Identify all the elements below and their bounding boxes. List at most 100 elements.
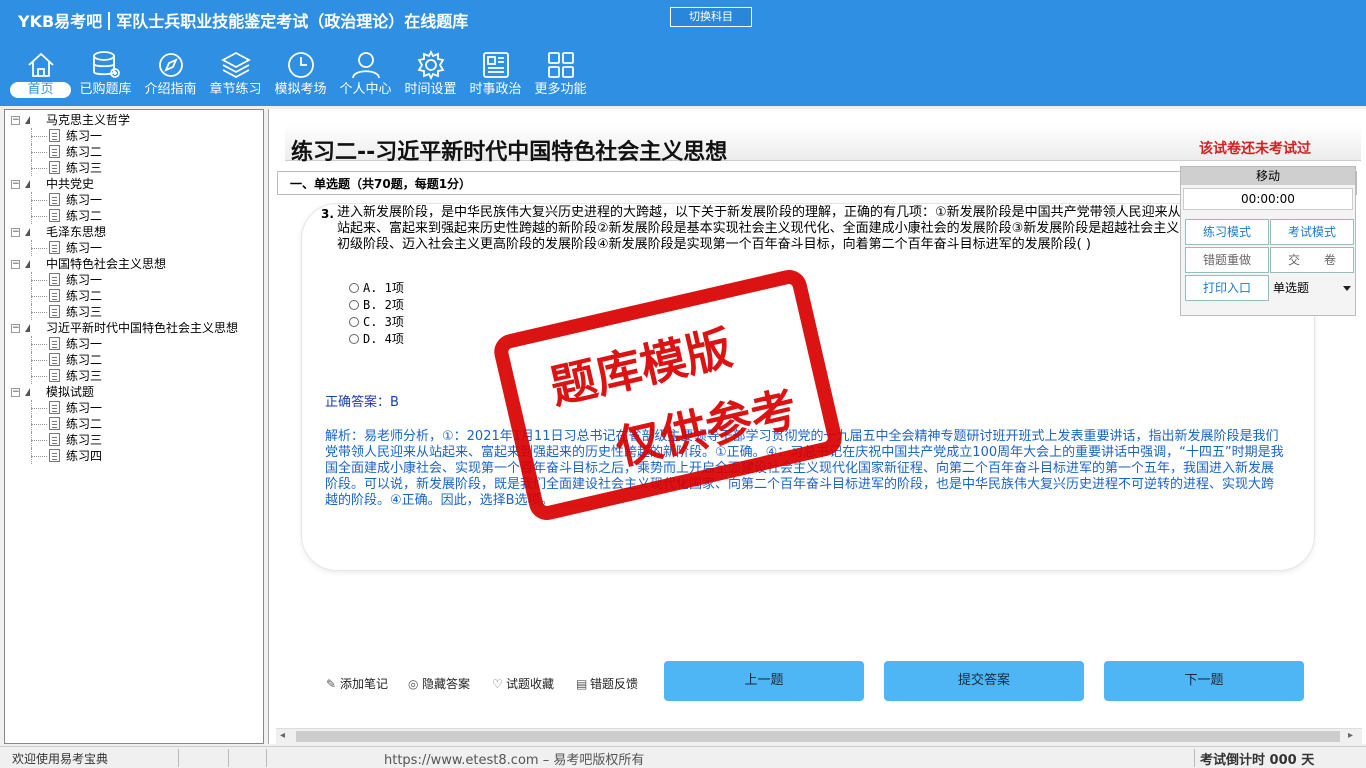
exam-status-text: 该试卷还未考试过 (1199, 141, 1311, 157)
tree-line (31, 296, 47, 297)
next-question-button[interactable]: 下一题 (1104, 661, 1304, 701)
tree-exercise[interactable]: 练习三 (5, 432, 261, 448)
tree-exercise[interactable]: 练习二 (5, 416, 261, 432)
nav-label: 时事政治 (469, 82, 522, 97)
option-b[interactable]: B. 2项 (349, 296, 404, 313)
document-icon (49, 145, 60, 158)
tree-exercise[interactable]: 练习一 (5, 128, 261, 144)
folder-icon (25, 228, 30, 236)
option-d[interactable]: D. 4项 (349, 330, 404, 347)
folder-icon (25, 388, 30, 396)
tree-line (31, 440, 47, 441)
logo: YKB易考吧 (18, 12, 103, 31)
radio-icon[interactable] (349, 283, 359, 293)
add-note-button[interactable]: ✎ 添加笔记 (326, 675, 388, 692)
tool-label: 试题收藏 (506, 677, 555, 691)
prev-question-button[interactable]: 上一题 (664, 661, 864, 701)
practice-mode-button[interactable]: 练习模式 (1185, 219, 1269, 245)
redo-wrong-button[interactable]: 错题重做 (1185, 247, 1269, 273)
collapse-icon[interactable]: − (11, 388, 20, 397)
nav-mock-exam[interactable]: 模拟考场 (268, 48, 333, 104)
hide-answer-button[interactable]: ◎ 隐藏答案 (408, 675, 470, 692)
option-a[interactable]: A. 1项 (349, 279, 404, 296)
tree-chapter[interactable]: − 毛泽东思想 (5, 224, 261, 240)
tree-exercise[interactable]: 练习一 (5, 400, 261, 416)
scroll-right-icon[interactable]: ▸ (1348, 730, 1353, 741)
tree-exercise-label: 练习一 (66, 193, 103, 207)
nav-chapter[interactable]: 章节练习 (203, 48, 268, 104)
tree-line (31, 376, 47, 377)
submit-answer-button[interactable]: 提交答案 (884, 661, 1084, 701)
hand-in-button[interactable]: 交 卷 (1270, 247, 1354, 273)
tree-exercise[interactable]: 练习二 (5, 288, 261, 304)
news-icon (463, 48, 528, 82)
tree-exercise-label: 练习二 (66, 289, 103, 303)
nav-time-settings[interactable]: 时间设置 (398, 48, 463, 104)
tree-exercise[interactable]: 练习一 (5, 240, 261, 256)
nav-purchased[interactable]: 已购题库 (73, 48, 138, 104)
heart-icon: ♡ (492, 677, 503, 691)
nav-guide[interactable]: 介绍指南 (138, 48, 203, 104)
folder-icon (25, 324, 30, 332)
report-error-button[interactable]: ▤ 错题反馈 (576, 675, 638, 692)
scroll-thumb[interactable] (296, 731, 1340, 742)
tree-exercise[interactable]: 练习二 (5, 144, 261, 160)
status-divider (178, 749, 179, 767)
collapse-icon[interactable]: − (11, 324, 20, 333)
compass-icon (138, 48, 203, 82)
document-icon (49, 209, 60, 222)
scroll-left-icon[interactable]: ◂ (280, 730, 285, 741)
tree-exercise-label: 练习二 (66, 145, 103, 159)
nav-label: 时间设置 (404, 82, 457, 97)
tree-exercise[interactable]: 练习一 (5, 272, 261, 288)
tree-exercise[interactable]: 练习二 (5, 208, 261, 224)
radio-icon[interactable] (349, 317, 359, 327)
tree-line (31, 344, 47, 345)
tree-exercise-label: 练习一 (66, 273, 103, 287)
tree-line (31, 456, 47, 457)
tree-exercise[interactable]: 练习三 (5, 304, 261, 320)
tree-line (31, 152, 47, 153)
nav-more[interactable]: 更多功能 (528, 48, 593, 104)
favorite-button[interactable]: ♡ 试题收藏 (492, 675, 554, 692)
tree-chapter[interactable]: − 马克思主义哲学 (5, 112, 261, 128)
radio-icon[interactable] (349, 334, 359, 344)
tree-exercise[interactable]: 练习三 (5, 160, 261, 176)
nav-label: 章节练习 (209, 82, 262, 97)
tree-exercise[interactable]: 练习四 (5, 448, 261, 464)
document-icon (49, 129, 60, 142)
print-button[interactable]: 打印入口 (1185, 275, 1269, 301)
collapse-icon[interactable]: − (11, 228, 20, 237)
folder-icon (25, 180, 30, 188)
status-url: https://www.etest8.com – 易考吧版权所有 (384, 753, 645, 768)
tree-chapter-label: 模拟试题 (46, 385, 95, 399)
tree-chapter[interactable]: − 习近平新时代中国特色社会主义思想 (5, 320, 261, 336)
tree-chapter[interactable]: − 中国特色社会主义思想 (5, 256, 261, 272)
question-type-select[interactable]: 单选题 (1271, 275, 1355, 301)
nav-current-affairs[interactable]: 时事政治 (463, 48, 528, 104)
collapse-icon[interactable]: − (11, 260, 20, 269)
tree-chapter[interactable]: − 中共党史 (5, 176, 261, 192)
tree-exercise[interactable]: 练习一 (5, 336, 261, 352)
radio-icon[interactable] (349, 300, 359, 310)
exam-mode-button[interactable]: 考试模式 (1270, 219, 1354, 245)
tree-exercise[interactable]: 练习三 (5, 368, 261, 384)
nav-profile[interactable]: 个人中心 (333, 48, 398, 104)
switch-subject-button[interactable]: 切换科目 (670, 7, 752, 27)
panel-drag-handle[interactable]: 移动 (1181, 167, 1355, 185)
collapse-icon[interactable]: − (11, 116, 20, 125)
feedback-icon: ▤ (576, 677, 588, 691)
user-icon (333, 48, 398, 82)
collapse-icon[interactable]: − (11, 180, 20, 189)
tree-chapter[interactable]: − 模拟试题 (5, 384, 261, 400)
status-bar: 欢迎使用易考宝典 https://www.etest8.com – 易考吧版权所… (0, 746, 1366, 768)
tree-exercise[interactable]: 练习一 (5, 192, 261, 208)
timer-display: 00:00:00 (1183, 188, 1353, 210)
tree-exercise[interactable]: 练习二 (5, 352, 261, 368)
nav-home[interactable]: 首页 (8, 48, 73, 104)
tree-line (31, 424, 47, 425)
document-icon (49, 369, 60, 382)
question-type-value: 单选题 (1273, 281, 1310, 295)
option-c[interactable]: C. 3项 (349, 313, 404, 330)
horizontal-scrollbar[interactable]: ◂ ▸ (276, 728, 1362, 744)
